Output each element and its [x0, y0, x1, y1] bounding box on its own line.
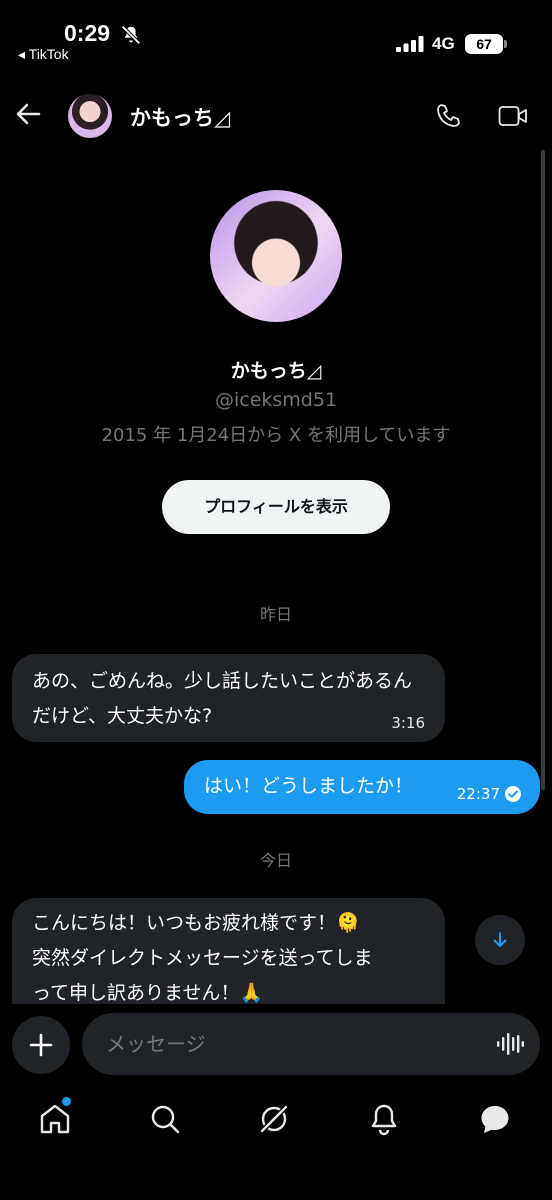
- arrow-down-icon: [493, 932, 507, 947]
- search-icon[interactable]: [148, 1102, 182, 1136]
- emoji: 🙏: [239, 982, 264, 1004]
- video-call-icon[interactable]: [498, 104, 528, 128]
- grok-icon[interactable]: [257, 1102, 291, 1136]
- header-name[interactable]: かもっち◿: [130, 102, 230, 132]
- scroll-to-bottom-button[interactable]: [475, 915, 525, 965]
- voice-message-icon[interactable]: [496, 1032, 524, 1056]
- message-text: あの、ごめんね。少し話したいことがあるんだけど、大丈夫かな?: [32, 670, 413, 727]
- emoji: 🫠: [336, 912, 360, 934]
- message-input[interactable]: [82, 1013, 540, 1075]
- notifications-bell-icon[interactable]: [367, 1102, 401, 1136]
- home-notification-badge: [62, 1097, 71, 1106]
- battery-indicator: 67: [465, 34, 503, 54]
- message-text: はい！どうしましたか！: [204, 775, 414, 797]
- message-line: こんにちは！いつもお疲れ様です！🫠: [32, 906, 425, 941]
- scrollbar[interactable]: [541, 150, 545, 790]
- add-attachment-button[interactable]: [12, 1016, 70, 1074]
- messages-icon[interactable]: [478, 1102, 512, 1136]
- signal-icon: [396, 36, 424, 52]
- message-time: 3:16: [391, 714, 425, 732]
- phone-call-icon[interactable]: [434, 102, 462, 130]
- home-icon[interactable]: [38, 1102, 72, 1136]
- status-time: 0:29: [64, 20, 111, 46]
- profile-name: かもっち◿: [230, 360, 322, 382]
- view-profile-button[interactable]: プロフィールを表示: [162, 480, 390, 534]
- message-bubble-incoming[interactable]: こんにちは！いつもお疲れ様です！🫠 突然ダイレクトメッセージを送ってしま って申…: [12, 898, 445, 1004]
- message-line: 突然ダイレクトメッセージを送ってしま: [32, 947, 373, 969]
- back-arrow-icon[interactable]: [14, 100, 42, 128]
- profile-joined-date: 2015 年 1月24日から X を利用しています: [101, 425, 451, 446]
- back-to-app-link[interactable]: ◂ TikTok: [18, 46, 69, 63]
- profile-handle: @iceksmd51: [214, 389, 338, 411]
- day-separator-today: 今日: [259, 851, 292, 870]
- profile-avatar[interactable]: [210, 190, 342, 322]
- day-separator-yesterday: 昨日: [259, 605, 292, 624]
- plus-icon: [29, 1033, 53, 1057]
- network-type: 4G: [432, 34, 455, 53]
- message-bubble-incoming[interactable]: あの、ごめんね。少し話したいことがあるんだけど、大丈夫かな? 3:16: [12, 654, 445, 742]
- read-check-icon: [505, 786, 521, 802]
- message-line: って申し訳ありません！🙏: [32, 976, 425, 1004]
- message-bubble-outgoing[interactable]: はい！どうしましたか！ 22:37: [184, 760, 540, 814]
- battery-cap: [504, 40, 507, 48]
- header-avatar[interactable]: [68, 94, 112, 138]
- message-time: 22:37: [456, 785, 500, 803]
- muted-bell-icon: [121, 25, 141, 45]
